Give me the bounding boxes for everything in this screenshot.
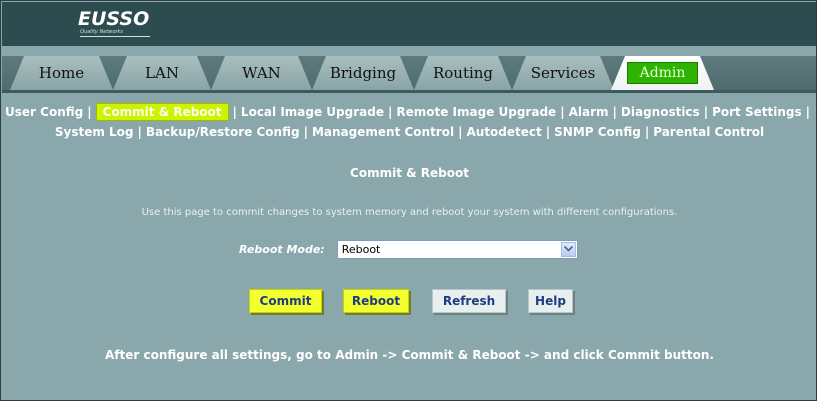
submenu-separator: |	[232, 105, 237, 119]
tab-wan-label: WAN	[242, 64, 281, 82]
submenu-management-control[interactable]: Management Control	[312, 125, 454, 139]
submenu-separator: |	[805, 105, 810, 119]
submenu-user-config[interactable]: User Config	[5, 105, 83, 119]
submenu-separator: |	[703, 105, 709, 119]
submenu-system-log[interactable]: System Log	[55, 125, 134, 139]
submenu-row-1: User Config | Commit & Reboot | Local Image …	[1, 102, 816, 122]
submenu-autodetect[interactable]: Autodetect	[466, 125, 541, 139]
tab-admin-label: Admin	[626, 62, 699, 84]
submenu-backup-restore[interactable]: Backup/Restore Config	[146, 125, 300, 139]
page-title: Commit & Reboot	[350, 166, 469, 180]
tab-admin[interactable]: Admin	[611, 56, 714, 90]
submenu-port-settings[interactable]: Port Settings	[712, 105, 802, 119]
header-bar: EUSSO Quality Networks	[2, 2, 816, 46]
submenu-local-image-upgrade[interactable]: Local Image Upgrade	[241, 105, 384, 119]
tab-bridging[interactable]: Bridging	[312, 56, 414, 90]
reboot-mode-label: Reboot Mode:	[239, 242, 325, 256]
main-tab-bar: Home LAN WAN Bridging Routing Services A…	[2, 46, 816, 93]
submenu-diagnostics[interactable]: Diagnostics	[621, 105, 700, 119]
submenu-commit-reboot[interactable]: Commit & Reboot	[95, 103, 229, 121]
submenu-separator: |	[458, 125, 463, 139]
router-admin-frame: EUSSO Quality Networks Home LAN WAN Brid…	[0, 0, 817, 401]
submenu-separator: |	[545, 125, 551, 139]
submenu-snmp-config[interactable]: SNMP Config	[554, 125, 641, 139]
submenu-separator: |	[387, 105, 393, 119]
tab-services-label: Services	[530, 64, 596, 82]
submenu-row-2: System Log | Backup/Restore Config | Managem…	[1, 122, 816, 142]
tab-home[interactable]: Home	[10, 56, 113, 90]
reboot-mode-row: Reboot Mode: Reboot	[239, 239, 578, 259]
tab-services[interactable]: Services	[512, 56, 614, 90]
submenu-separator: |	[612, 105, 617, 119]
tab-routing-label: Routing	[432, 64, 494, 82]
submenu-separator: |	[644, 125, 650, 139]
page-description: Use this page to commit changes to syste…	[141, 207, 678, 218]
submenu-remote-image-upgrade[interactable]: Remote Image Upgrade	[396, 105, 556, 119]
submenu-separator: |	[87, 105, 92, 119]
tab-bridging-label: Bridging	[329, 64, 397, 82]
refresh-button[interactable]: Refresh	[432, 289, 506, 313]
help-button[interactable]: Help	[528, 289, 573, 313]
tab-wan[interactable]: WAN	[211, 56, 312, 90]
footer-instruction: After configure all settings, go to Admi…	[105, 348, 714, 362]
tab-lan[interactable]: LAN	[113, 56, 211, 90]
submenu-parental-control[interactable]: Parental Control	[653, 125, 764, 139]
tab-home-label: Home	[38, 64, 85, 82]
reboot-mode-value: Reboot	[341, 242, 381, 256]
brand-tagline: Quality Networks	[80, 29, 150, 37]
submenu-separator: |	[303, 125, 308, 139]
submenu-separator: |	[560, 105, 565, 119]
reboot-mode-select[interactable]: Reboot	[336, 239, 578, 259]
tab-routing[interactable]: Routing	[414, 56, 512, 90]
tab-lan-label: LAN	[145, 64, 179, 82]
submenu-separator: |	[137, 125, 142, 139]
admin-submenu: User Config | Commit & Reboot | Local Image …	[1, 102, 816, 142]
brand-logo: EUSSO	[78, 8, 150, 30]
chevron-down-icon[interactable]	[560, 241, 576, 257]
commit-button[interactable]: Commit	[249, 289, 322, 313]
reboot-button[interactable]: Reboot	[343, 289, 409, 313]
submenu-alarm[interactable]: Alarm	[569, 105, 609, 119]
